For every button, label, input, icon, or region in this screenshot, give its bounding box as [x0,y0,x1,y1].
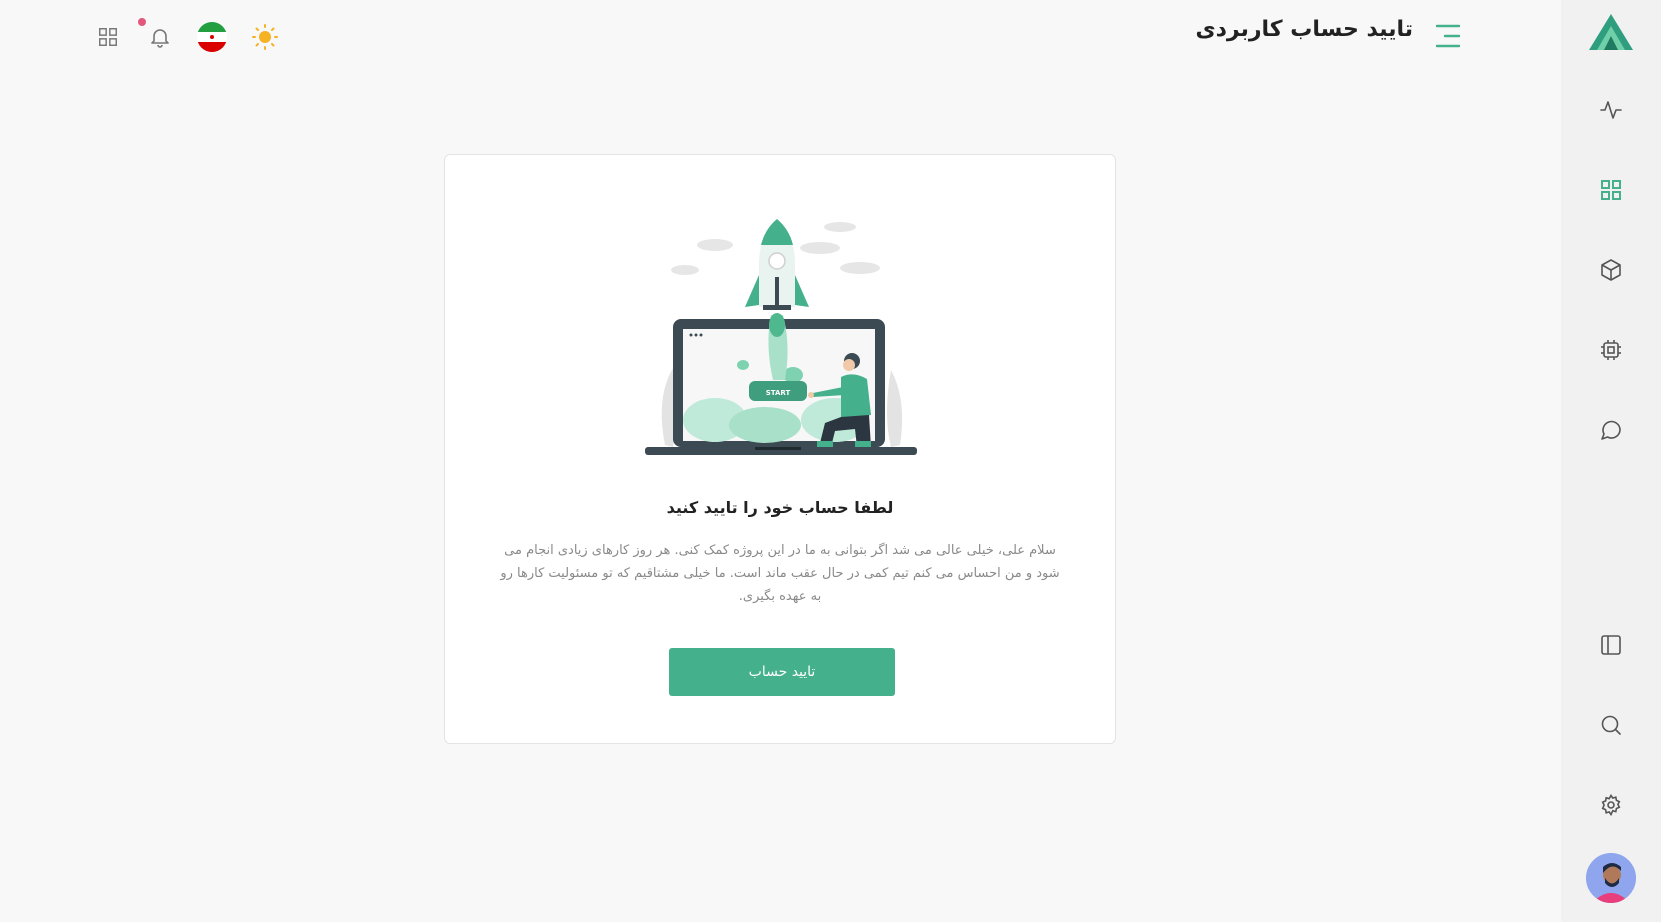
brand-logo[interactable] [1587,12,1635,52]
sidebar-item-search[interactable] [1591,705,1631,745]
apps-grid-icon[interactable] [89,18,127,56]
iran-flag-icon[interactable] [193,18,231,56]
notification-dot [138,18,146,26]
cpu-icon [1601,340,1621,360]
search-icon [1601,715,1621,735]
card-description: سلام علی، خیلی عالی می شد اگر بتوانی به … [500,543,1060,604]
bell-icon[interactable] [141,18,179,56]
box-icon [1601,259,1621,281]
page-title: تایید حساب کاربردی [1195,17,1413,42]
user-avatar[interactable] [1586,853,1636,903]
rocket-launch-illustration: START [645,215,917,475]
card-title: لطفا حساب خود را تایید کنید [666,498,894,517]
sidebar-item-box[interactable] [1591,250,1631,290]
layout-panel-icon [1601,635,1621,655]
sidebar [1561,0,1661,922]
dashboard-grid-icon [1601,180,1621,200]
sidebar-item-layout[interactable] [1591,625,1631,665]
sidebar-item-dashboard[interactable] [1591,170,1631,210]
chat-icon [1601,420,1621,440]
settings-icon [1601,793,1621,817]
activity-icon [1600,101,1622,119]
menu-toggle-icon[interactable] [1433,22,1463,50]
sidebar-item-activity[interactable] [1591,90,1631,130]
sidebar-item-cpu[interactable] [1591,330,1631,370]
verify-account-card: START لطفا حساب خود را تایید کنید سلام ع… [444,154,1116,744]
sidebar-item-settings[interactable] [1591,785,1631,825]
verify-account-button[interactable]: تایید حساب [669,648,895,696]
sidebar-item-chat[interactable] [1591,410,1631,450]
illustration-start-label: START [766,389,791,397]
sun-icon[interactable] [246,18,284,56]
